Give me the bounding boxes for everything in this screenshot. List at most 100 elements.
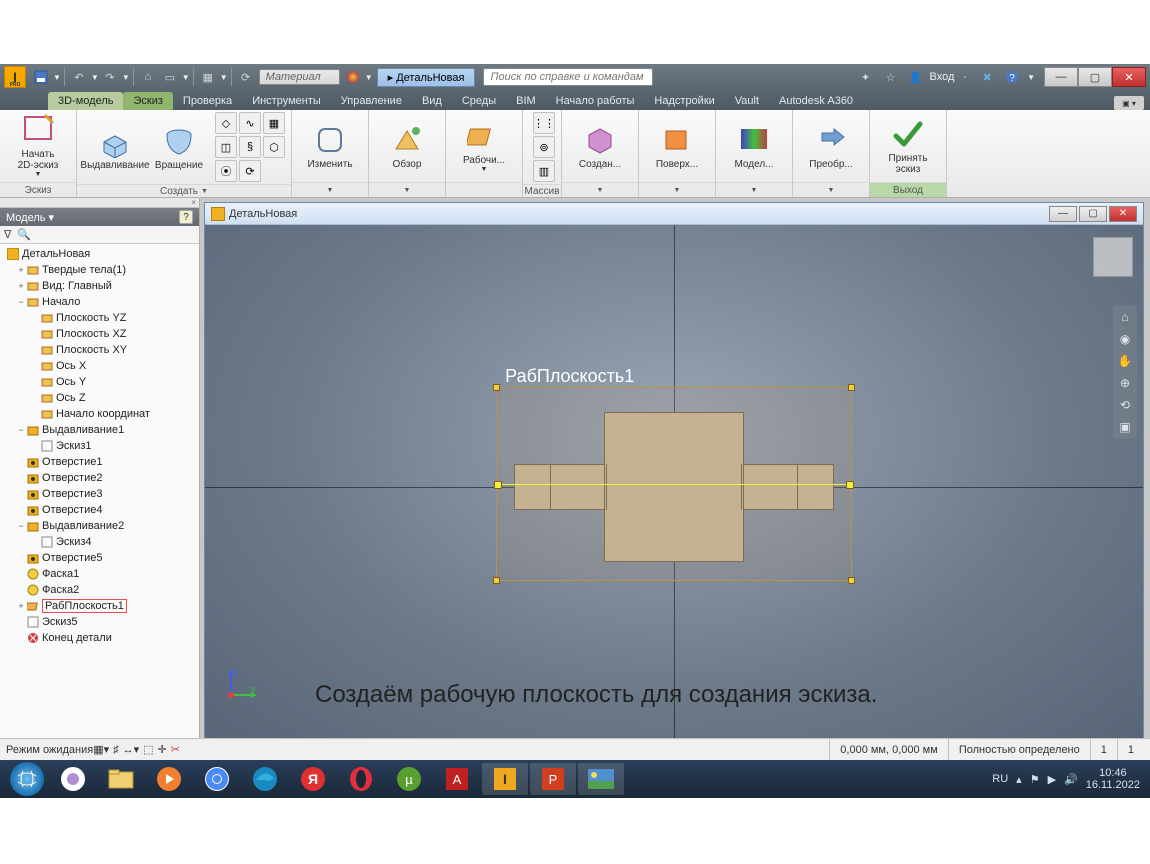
redo-icon[interactable]: ↷ xyxy=(100,67,120,87)
finish-sketch-button[interactable]: Принять эскиз xyxy=(876,112,940,180)
browser-toolbar[interactable]: ∇🔍 xyxy=(0,226,199,244)
taskbar-clock[interactable]: 10:4616.11.2022 xyxy=(1086,767,1140,791)
tree-item[interactable]: +РабПлоскость1 xyxy=(2,598,197,614)
user-icon[interactable]: 👤 xyxy=(906,67,926,87)
start-button[interactable] xyxy=(10,762,44,796)
star-icon[interactable]: ✦ xyxy=(856,67,876,87)
tree-item[interactable]: Эскиз5 xyxy=(2,614,197,630)
convert-button[interactable]: Преобр... xyxy=(799,112,863,180)
start-2d-sketch-button[interactable]: Начать 2D-эскиз▼ xyxy=(6,112,70,180)
help-icon[interactable]: ? xyxy=(1002,67,1022,87)
ortho-icon[interactable]: ↔▾ xyxy=(123,743,140,756)
tree-item[interactable]: Эскиз1 xyxy=(2,438,197,454)
viewcube[interactable] xyxy=(1093,237,1133,277)
help-search-input[interactable] xyxy=(483,68,653,86)
dim-icon[interactable]: ⬚ xyxy=(143,743,153,756)
tree-item[interactable]: Отверстие3 xyxy=(2,486,197,502)
media-icon[interactable] xyxy=(146,763,192,795)
tree-item[interactable]: +Твердые тела(1) xyxy=(2,262,197,278)
image-viewer-icon[interactable] xyxy=(578,763,624,795)
doc-minimize-button[interactable]: — xyxy=(1049,206,1077,222)
tab-environments[interactable]: Среды xyxy=(452,92,506,110)
edge-icon[interactable] xyxy=(242,763,288,795)
undo-icon[interactable]: ↶ xyxy=(69,67,89,87)
tree-item[interactable]: Фаска2 xyxy=(2,582,197,598)
doc-maximize-button[interactable]: ▢ xyxy=(1079,206,1107,222)
create-small-buttons[interactable]: ◇∿▦ ◫§⬡ ⦿⟳ xyxy=(215,112,285,182)
maximize-button[interactable]: ▢ xyxy=(1078,67,1112,87)
tab-tools[interactable]: Инструменты xyxy=(242,92,331,110)
tab-a360[interactable]: Autodesk A360 xyxy=(769,92,863,110)
appearance-icon[interactable] xyxy=(343,67,363,87)
help-icon[interactable]: ? xyxy=(179,210,193,224)
explorer-icon[interactable] xyxy=(98,763,144,795)
tree-item[interactable]: Эскиз4 xyxy=(2,534,197,550)
tree-item[interactable]: −Выдавливание2 xyxy=(2,518,197,534)
tray-up-icon[interactable]: ▴ xyxy=(1016,773,1022,786)
slice-icon[interactable]: ✂ xyxy=(171,743,180,756)
modify-button[interactable]: Изменить xyxy=(298,112,362,180)
viewport[interactable]: РабПлоскость1 zy Создаём рабочую плоскос… xyxy=(205,225,1143,749)
tree-item[interactable]: −Начало xyxy=(2,294,197,310)
tree-item[interactable]: Отверстие4 xyxy=(2,502,197,518)
browser-header[interactable]: Модель ▾? xyxy=(0,208,199,226)
refresh-icon[interactable]: ⟳ xyxy=(236,67,256,87)
chrome-icon[interactable] xyxy=(194,763,240,795)
feature-tree[interactable]: ДетальНовая +Твердые тела(1)+Вид: Главны… xyxy=(0,244,199,778)
material-selector[interactable]: Материал xyxy=(259,69,340,85)
pattern-buttons[interactable]: ⋮⋮⊚▥ xyxy=(533,112,555,182)
tree-item[interactable]: Плоскость XY xyxy=(2,342,197,358)
powerpoint-icon[interactable]: P xyxy=(530,763,576,795)
exchange-icon[interactable]: ✖ xyxy=(977,67,997,87)
active-document-tab[interactable]: ▸ ДетальНовая xyxy=(377,68,476,87)
tab-vault[interactable]: Vault xyxy=(725,92,769,110)
tab-addins[interactable]: Надстройки xyxy=(644,92,724,110)
tree-item[interactable]: −Выдавливание1 xyxy=(2,422,197,438)
surface-button[interactable]: Поверх... xyxy=(645,112,709,180)
yandex-icon[interactable] xyxy=(50,763,96,795)
tab-inspect[interactable]: Проверка xyxy=(173,92,242,110)
revolve-button[interactable]: Вращение xyxy=(147,113,211,181)
doc-close-button[interactable]: ✕ xyxy=(1109,206,1137,222)
work-features-button[interactable]: Рабочи...▼ xyxy=(452,112,516,180)
language-indicator[interactable]: RU xyxy=(992,773,1008,785)
minimize-button[interactable]: — xyxy=(1044,67,1078,87)
simulation-button[interactable]: Модел... xyxy=(722,112,786,180)
point-icon[interactable]: ✛ xyxy=(158,743,167,756)
tab-view[interactable]: Вид xyxy=(412,92,452,110)
extrude-button[interactable]: Выдавливание xyxy=(83,113,147,181)
tree-item[interactable]: Плоскость XZ xyxy=(2,326,197,342)
acrobat-icon[interactable]: A xyxy=(434,763,480,795)
tray-volume-icon[interactable]: 🔊 xyxy=(1064,773,1078,786)
home-icon[interactable]: ⌂ xyxy=(138,67,158,87)
tree-item[interactable]: Отверстие2 xyxy=(2,470,197,486)
save-icon[interactable] xyxy=(31,67,51,87)
tree-item[interactable]: +Вид: Главный xyxy=(2,278,197,294)
tree-item[interactable]: Плоскость YZ xyxy=(2,310,197,326)
tree-item[interactable]: Ось X xyxy=(2,358,197,374)
tree-item[interactable]: Ось Y xyxy=(2,374,197,390)
tray-network-icon[interactable]: ▶ xyxy=(1048,773,1056,786)
tree-item[interactable]: Ось Z xyxy=(2,390,197,406)
snap-icon[interactable]: ▦▾ xyxy=(93,743,109,756)
tab-3d-model[interactable]: 3D-модель xyxy=(48,92,123,110)
open-icon[interactable]: ▭ xyxy=(160,67,180,87)
navigation-bar[interactable]: ⌂◉✋⊕⟲▣ xyxy=(1113,305,1137,439)
tab-bim[interactable]: BIM xyxy=(506,92,546,110)
utorrent-icon[interactable]: µ xyxy=(386,763,432,795)
opera-icon[interactable] xyxy=(338,763,384,795)
tray-flag-icon[interactable]: ⚑ xyxy=(1030,773,1040,786)
favorite-icon[interactable]: ☆ xyxy=(881,67,901,87)
workplane-rect[interactable] xyxy=(496,387,852,581)
signin-link[interactable]: Вход xyxy=(930,71,955,83)
explore-button[interactable]: Обзор xyxy=(375,112,439,180)
grid-icon[interactable]: ♯ xyxy=(113,744,119,756)
tab-getstarted[interactable]: Начало работы xyxy=(546,92,645,110)
tree-root[interactable]: ДетальНовая xyxy=(2,246,197,262)
tree-item[interactable]: Отверстие1 xyxy=(2,454,197,470)
tree-item[interactable]: Конец детали xyxy=(2,630,197,646)
inventor-task-icon[interactable]: I xyxy=(482,763,528,795)
tab-sketch[interactable]: Эскиз xyxy=(123,92,172,110)
tree-item[interactable]: Отверстие5 xyxy=(2,550,197,566)
yandex-browser-icon[interactable]: Я xyxy=(290,763,336,795)
